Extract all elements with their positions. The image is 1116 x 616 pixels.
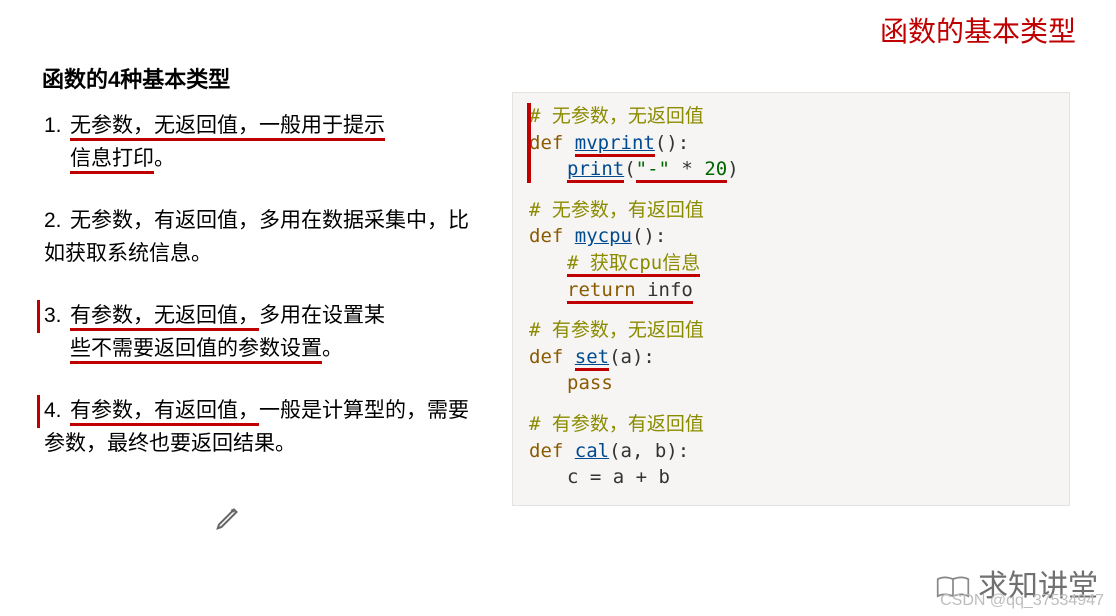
code-comment: # 有参数，有返回值 (529, 413, 704, 435)
code-block: # 无参数，无返回值 def mvprint(): print("-" * 20… (529, 103, 1053, 183)
code-text: (): (655, 132, 689, 154)
code-text: c = a + b (567, 466, 670, 488)
code-block: # 无参数，有返回值 def mycpu(): # 获取cpu信息 return… (529, 197, 1053, 303)
list-item: 2.无参数，有返回值，多用在数据采集中，比如获取系统信息。 (44, 205, 484, 270)
watermark-text: CSDN @qq_37534947 (940, 592, 1104, 610)
code-function: cal (575, 440, 609, 462)
text-underlined: 有参数， (70, 399, 154, 426)
text: 无参数，有返回值，多用在数据采集中，比如获取系统信息。 (44, 209, 469, 265)
pencil-cursor-icon (214, 502, 244, 532)
code-comment: # 无参数，无返回值 (529, 105, 704, 127)
text: 多用在设置某 (259, 304, 385, 327)
code-keyword: def (529, 346, 575, 368)
code-block: # 有参数，无返回值 def set(a): pass (529, 317, 1053, 397)
code-function: mvprint (575, 132, 655, 157)
text-underlined: 信息打印 (70, 147, 154, 174)
code-keyword: def (529, 225, 575, 247)
text-underlined: 无返回值， (154, 304, 259, 331)
code-block: # 有参数，有返回值 def cal(a, b): c = a + b (529, 411, 1053, 491)
code-call: print (567, 158, 624, 183)
text-underlined: 些不需要返回值的参数设置 (70, 337, 322, 364)
code-panel: # 无参数，无返回值 def mvprint(): print("-" * 20… (512, 92, 1070, 506)
text-underlined: 有参数， (70, 304, 154, 331)
code-number: 20 (704, 158, 727, 183)
text: 。 (154, 147, 175, 170)
code-string: "-" (636, 158, 670, 183)
code-text: (a): (609, 346, 655, 368)
type-list: 1.无参数，无返回值，一般用于提示 信息打印。 2.无参数，有返回值，多用在数据… (44, 110, 484, 490)
text: 。 (322, 337, 343, 360)
code-text: (): (632, 225, 666, 247)
item-number: 3. (37, 300, 70, 333)
code-comment: # 有参数，无返回值 (529, 319, 704, 341)
code-keyword: def (529, 440, 575, 462)
item-number: 2. (44, 205, 70, 238)
list-item: 3.有参数，无返回值，多用在设置某 些不需要返回值的参数设置。 (44, 300, 484, 365)
list-item: 1.无参数，无返回值，一般用于提示 信息打印。 (44, 110, 484, 175)
code-comment: # 获取cpu信息 (567, 252, 700, 277)
red-marker-icon (527, 103, 531, 183)
code-text: * (670, 158, 704, 183)
code-keyword: def (529, 132, 575, 154)
text-underlined: 无返回值， (154, 114, 259, 141)
item-number: 4. (37, 395, 70, 428)
item-number: 1. (44, 110, 70, 143)
code-function: mycpu (575, 225, 632, 247)
code-text: (a, b): (609, 440, 689, 462)
code-keyword: return (567, 279, 636, 304)
list-item: 4.有参数，有返回值，一般是计算型的，需要参数，最终也要返回结果。 (44, 395, 484, 460)
code-function: set (575, 346, 609, 371)
code-text: info (636, 279, 693, 304)
slide-corner-title: 函数的基本类型 (880, 10, 1076, 50)
main-heading: 函数的4种基本类型 (42, 62, 230, 94)
text-underlined: 一般用于提示 (259, 114, 385, 141)
code-comment: # 无参数，有返回值 (529, 199, 704, 221)
code-keyword: pass (567, 372, 613, 394)
text-underlined: 无参数， (70, 114, 154, 141)
text-underlined: 有返回值， (154, 399, 259, 426)
